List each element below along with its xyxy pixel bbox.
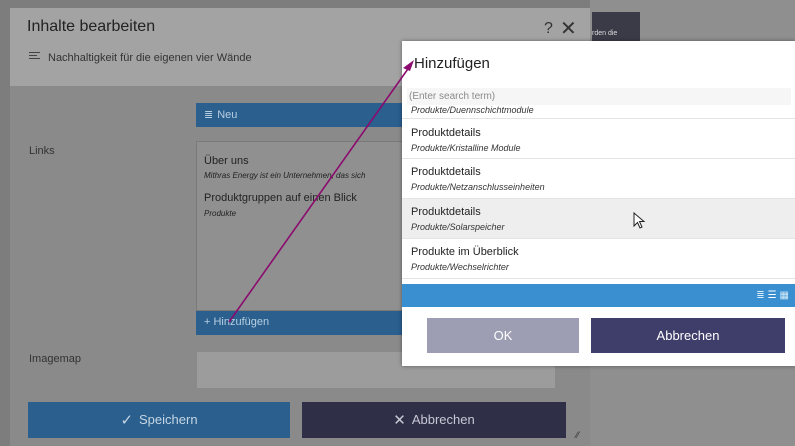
annotation-arrow [228, 60, 414, 323]
mouse-cursor-icon [633, 212, 646, 229]
